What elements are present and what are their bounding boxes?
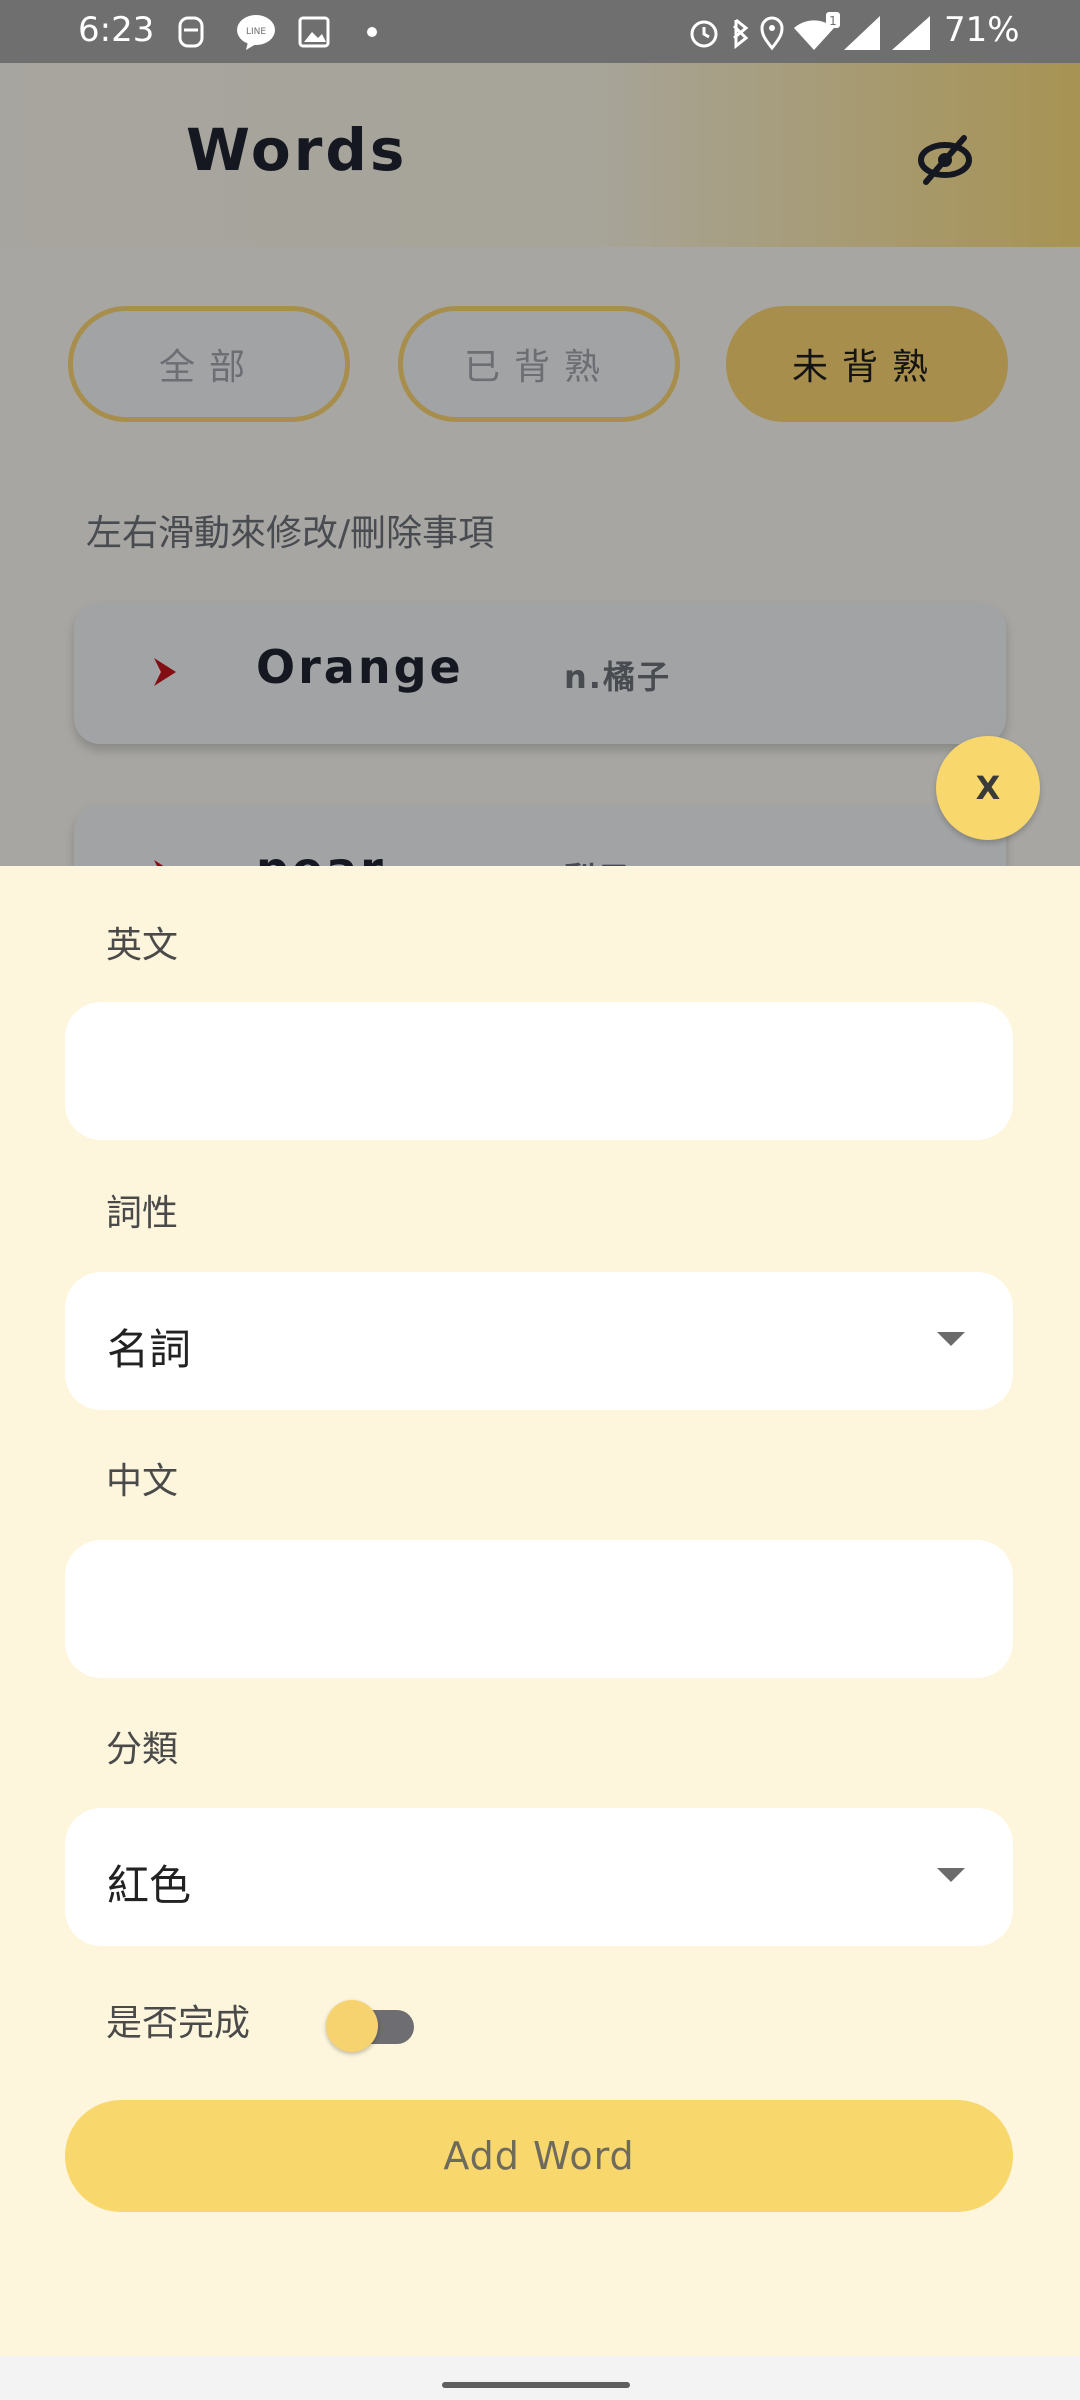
svg-text:1: 1 xyxy=(829,14,837,28)
home-gesture-handle[interactable] xyxy=(442,2382,630,2388)
word-list-screen: Words 全部 已背熟 未背熟 左右滑動來修改/刪除事項 Orange n.橘… xyxy=(0,0,1080,866)
part-of-speech-value: 名詞 xyxy=(107,1325,192,1374)
english-field[interactable] xyxy=(65,1002,1013,1140)
toggle-knob xyxy=(326,2000,378,2052)
add-word-sheet: 英文 詞性 名詞 中文 分類 紅色 是否完成 Add Word xyxy=(0,866,1080,2356)
svg-text:LINE: LINE xyxy=(246,27,266,37)
line-app-icon: LINE xyxy=(237,15,275,50)
done-label: 是否完成 xyxy=(106,2003,251,2044)
status-time: 6:23 xyxy=(78,10,155,50)
gallery-icon xyxy=(298,16,330,48)
face-mask-icon xyxy=(178,16,204,48)
status-bar: 6:23 LINE 1 71% xyxy=(0,0,1080,63)
signal-2-icon xyxy=(892,16,930,50)
add-word-button[interactable]: Add Word xyxy=(65,2100,1013,2212)
english-input[interactable] xyxy=(65,1002,1013,1140)
close-button[interactable]: X xyxy=(936,736,1040,840)
signal-1-icon xyxy=(844,16,880,50)
category-label: 分類 xyxy=(106,1729,179,1770)
chinese-label: 中文 xyxy=(106,1461,179,1502)
alarm-icon xyxy=(690,20,718,48)
chinese-input[interactable] xyxy=(65,1540,1013,1678)
category-select[interactable]: 紅色 xyxy=(65,1808,1013,1946)
done-toggle[interactable] xyxy=(326,1994,416,2052)
english-label: 英文 xyxy=(106,925,179,966)
system-icons: 1 xyxy=(690,12,930,51)
modal-scrim[interactable] xyxy=(0,63,1080,866)
navigation-bar xyxy=(0,2356,1080,2400)
part-of-speech-label: 詞性 xyxy=(106,1193,179,1234)
battery-level: 71% xyxy=(944,10,1020,50)
chinese-field[interactable] xyxy=(65,1540,1013,1678)
category-value: 紅色 xyxy=(107,1861,192,1910)
dropdown-arrow-icon xyxy=(937,1868,965,1882)
location-icon xyxy=(760,16,784,51)
notification-icons: LINE xyxy=(178,15,377,50)
bluetooth-icon xyxy=(732,18,749,50)
dropdown-arrow-icon xyxy=(937,1332,965,1346)
part-of-speech-select[interactable]: 名詞 xyxy=(65,1272,1013,1410)
dot-icon xyxy=(367,27,377,37)
wifi-icon: 1 xyxy=(794,12,840,50)
